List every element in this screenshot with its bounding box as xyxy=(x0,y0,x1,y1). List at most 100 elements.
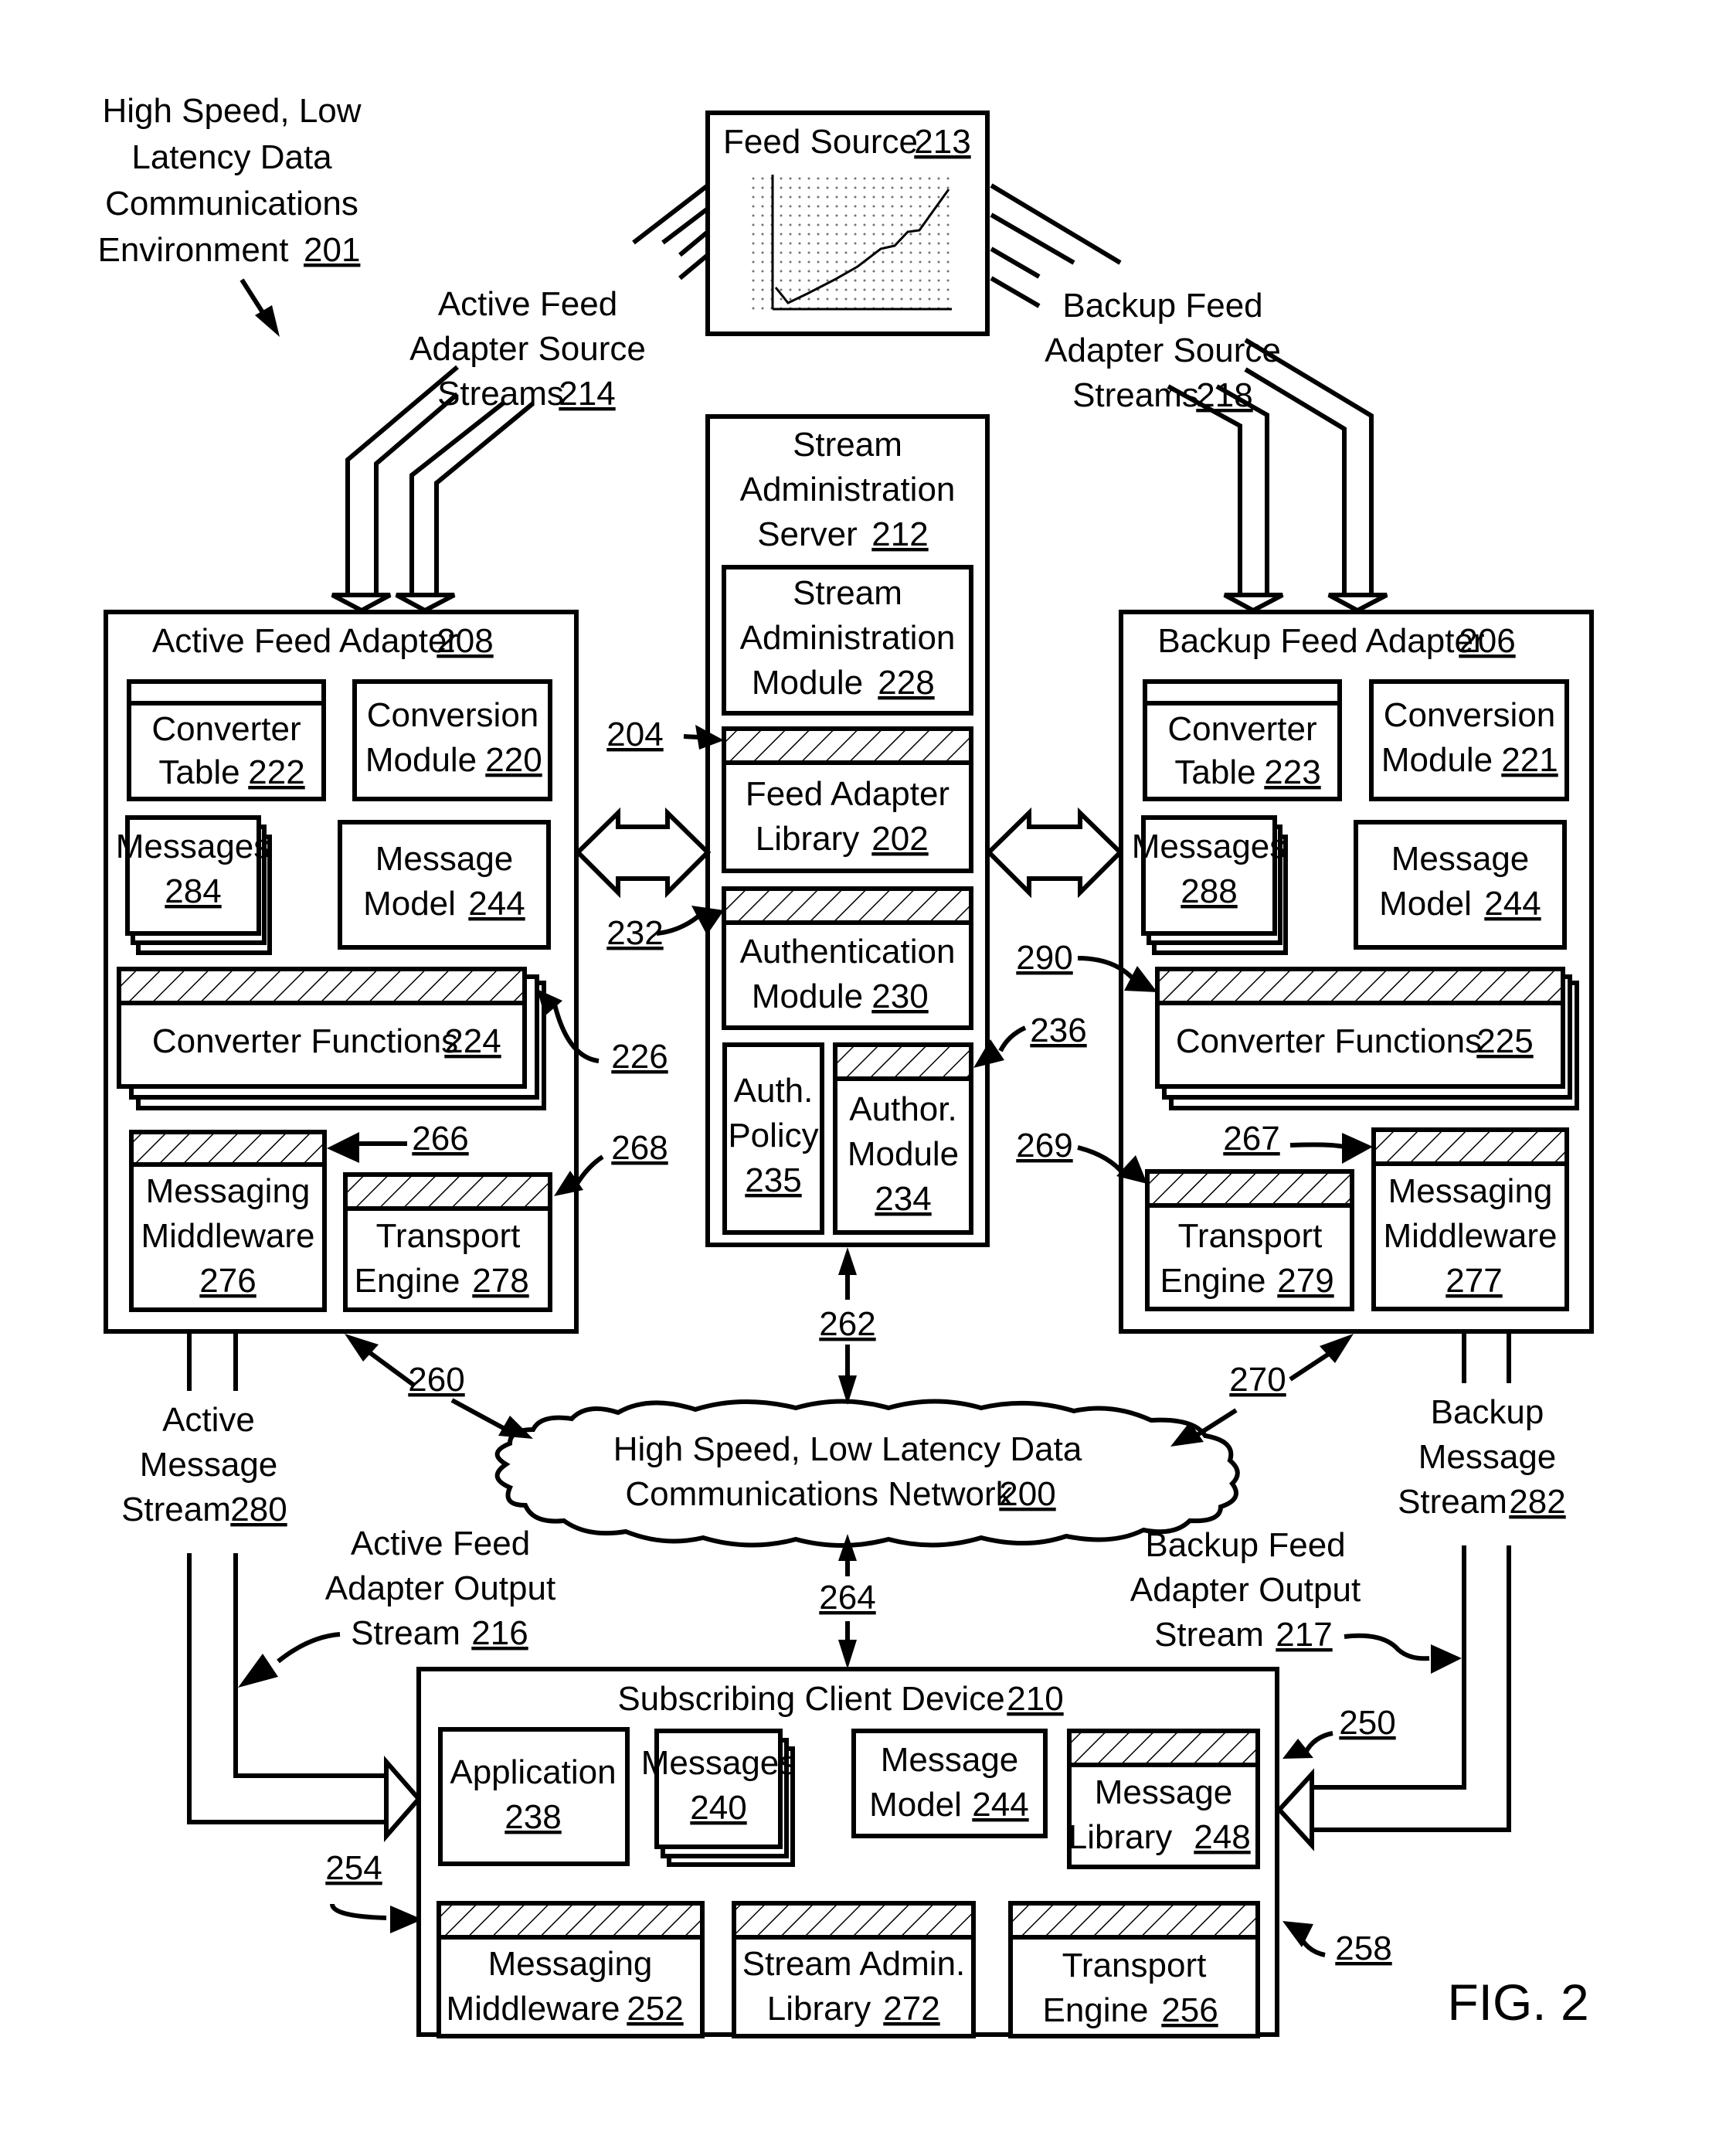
active-os-line-3: Stream xyxy=(351,1614,460,1652)
network-cloud: High Speed, Low Latency Data Communicati… xyxy=(494,1399,1240,1548)
auth-line-2: Module xyxy=(752,978,863,1015)
fal-ref: 202 xyxy=(871,820,928,858)
connection-264-down-arrow-icon xyxy=(838,1640,857,1669)
backup-os-ref: 217 xyxy=(1276,1616,1332,1654)
client-te-line-1: Transport xyxy=(1062,1946,1207,1984)
backup-os-line-3: Stream xyxy=(1154,1616,1264,1654)
active-os-arrow-icon xyxy=(238,1654,278,1688)
active-message-model: Message Model 244 xyxy=(338,820,551,950)
stream-admin-server: Stream Administration Server 212 Stream … xyxy=(705,414,990,1247)
feed-adapter-library: Feed Adapter Library 202 xyxy=(722,726,973,873)
active-te-ref: 278 xyxy=(472,1262,528,1300)
callout-226: 226 xyxy=(611,1038,668,1076)
environment-label: High Speed, Low Latency Data Communicati… xyxy=(97,92,362,337)
active-adapter-ref: 208 xyxy=(437,622,493,660)
client-message-model: Message Model 244 xyxy=(851,1729,1048,1838)
active-cf-label: Converter Functions xyxy=(152,1022,458,1060)
auth-line-1: Authentication xyxy=(740,933,956,971)
network-line-2: Communications Network xyxy=(625,1475,1013,1513)
active-conversion-line-1: Conversion xyxy=(367,696,539,734)
stream-admin-module: Stream Administration Module 228 xyxy=(722,565,973,716)
client-message-library: Message Library 248 xyxy=(1067,1729,1260,1869)
client-library-line-1: Message xyxy=(1095,1773,1233,1811)
callout-262: 262 xyxy=(819,1305,875,1343)
client-te-ref: 256 xyxy=(1161,1991,1218,2029)
feed-source: Feed Source 213 xyxy=(705,110,990,336)
active-converter-table-ref: 222 xyxy=(248,753,304,791)
environment-line-2: Latency Data xyxy=(131,138,332,176)
backup-conversion-module: Conversion Module 221 xyxy=(1369,679,1569,801)
backup-ms-line-2: Message xyxy=(1418,1438,1557,1476)
client-device-ref: 210 xyxy=(1007,1680,1063,1718)
client-messaging-middleware: Messaging Middleware 252 xyxy=(437,1901,705,2038)
client-model-ref: 244 xyxy=(972,1786,1028,1824)
sam-ref: 228 xyxy=(878,664,934,702)
callout-260: 260 xyxy=(408,1361,464,1399)
active-te-line-1: Transport xyxy=(376,1217,521,1255)
client-mm-line-1: Messaging xyxy=(488,1945,653,1983)
subscribing-client-device: Subscribing Client Device 210 Applicatio… xyxy=(416,1667,1279,2038)
backup-output-stream: Backup Feed Adapter Output Stream 217 xyxy=(1130,1526,1462,1674)
client-device-label: Subscribing Client Device xyxy=(617,1680,1004,1718)
callout-258-arrow-icon xyxy=(1282,1921,1313,1947)
backup-transport-engine: Transport Engine 279 xyxy=(1145,1169,1354,1311)
backup-feed-adapter: Backup Feed Adapter 206 Converter Table … xyxy=(1119,610,1594,1334)
active-feed-adapter: Active Feed Adapter 208 Converter Table … xyxy=(104,610,579,1334)
backup-model-line-2: Model xyxy=(1379,885,1472,923)
backup-server-double-arrow-icon xyxy=(985,807,1124,899)
connection-260-bottom-arrow-icon xyxy=(498,1416,533,1439)
active-mm-ref: 276 xyxy=(199,1262,256,1300)
client-messages-label: Messages xyxy=(641,1744,797,1782)
backup-conversion-line-2: Module xyxy=(1381,741,1493,779)
active-mm-line-2: Middleware xyxy=(141,1217,315,1255)
sas-line-2: Administration xyxy=(740,471,956,508)
active-messages: Messages 284 xyxy=(116,815,272,955)
callout-270: 270 xyxy=(1229,1361,1286,1399)
active-cf-ref: 224 xyxy=(444,1022,501,1060)
backup-os-arrow-icon xyxy=(1431,1644,1462,1674)
active-os-line-2: Adapter Output xyxy=(325,1569,555,1607)
active-source-streams: Active Feed Adapter Source Streams 214 xyxy=(331,183,709,614)
client-model-line-1: Message xyxy=(881,1741,1019,1779)
callout-254: 254 xyxy=(325,1849,382,1887)
backup-te-line-2: Engine xyxy=(1160,1262,1265,1300)
sam-line-3: Module xyxy=(752,664,863,702)
backup-model-ref: 244 xyxy=(1484,885,1541,923)
connection-262-up-arrow-icon xyxy=(838,1247,857,1275)
application-ref: 238 xyxy=(504,1798,561,1836)
policy-line-1: Auth. xyxy=(734,1072,814,1110)
client-messages: Messages 240 xyxy=(641,1729,797,1867)
client-sal-line-2: Library xyxy=(767,1990,871,2028)
client-application: Application 238 xyxy=(438,1727,630,1866)
environment-line-1: High Speed, Low xyxy=(102,92,361,130)
backup-source-line-3: Streams xyxy=(1072,376,1199,414)
backup-ms-ref: 282 xyxy=(1509,1483,1565,1521)
environment-ref: 201 xyxy=(304,231,360,269)
active-model-line-2: Model xyxy=(363,885,456,923)
active-stream-arrow-1-icon xyxy=(331,593,392,614)
backup-mm-line-1: Messaging xyxy=(1388,1172,1553,1210)
sam-line-1: Stream xyxy=(793,574,902,612)
environment-line-3: Communications xyxy=(105,185,358,223)
callout-267: 267 xyxy=(1223,1120,1279,1158)
active-source-line-2: Adapter Source xyxy=(409,330,646,368)
client-sal-ref: 272 xyxy=(883,1990,939,2028)
author-line-2: Module xyxy=(848,1135,959,1173)
backup-os-line-1: Backup Feed xyxy=(1145,1526,1345,1564)
environment-line-4: Environment xyxy=(97,231,288,269)
backup-converter-table-line-2: Table xyxy=(1174,753,1255,791)
active-model-line-1: Message xyxy=(375,840,514,878)
active-os-line-1: Active Feed xyxy=(351,1525,530,1562)
author-module: Author. Module 234 xyxy=(833,1042,973,1235)
client-transport-engine: Transport Engine 256 xyxy=(1008,1901,1260,2038)
callout-269: 269 xyxy=(1016,1127,1072,1164)
callout-268: 268 xyxy=(611,1129,668,1167)
active-converter-table-line-2: Table xyxy=(158,753,240,791)
backup-model-line-1: Message xyxy=(1391,840,1530,878)
backup-ms-line-1: Backup xyxy=(1431,1393,1544,1431)
client-stream-admin-library: Stream Admin. Library 272 xyxy=(732,1901,976,2038)
sas-line-3: Server xyxy=(757,515,858,553)
backup-stream-arrow-1-icon xyxy=(1223,593,1284,614)
backup-adapter-ref: 206 xyxy=(1459,622,1515,660)
policy-line-2: Policy xyxy=(728,1117,818,1154)
